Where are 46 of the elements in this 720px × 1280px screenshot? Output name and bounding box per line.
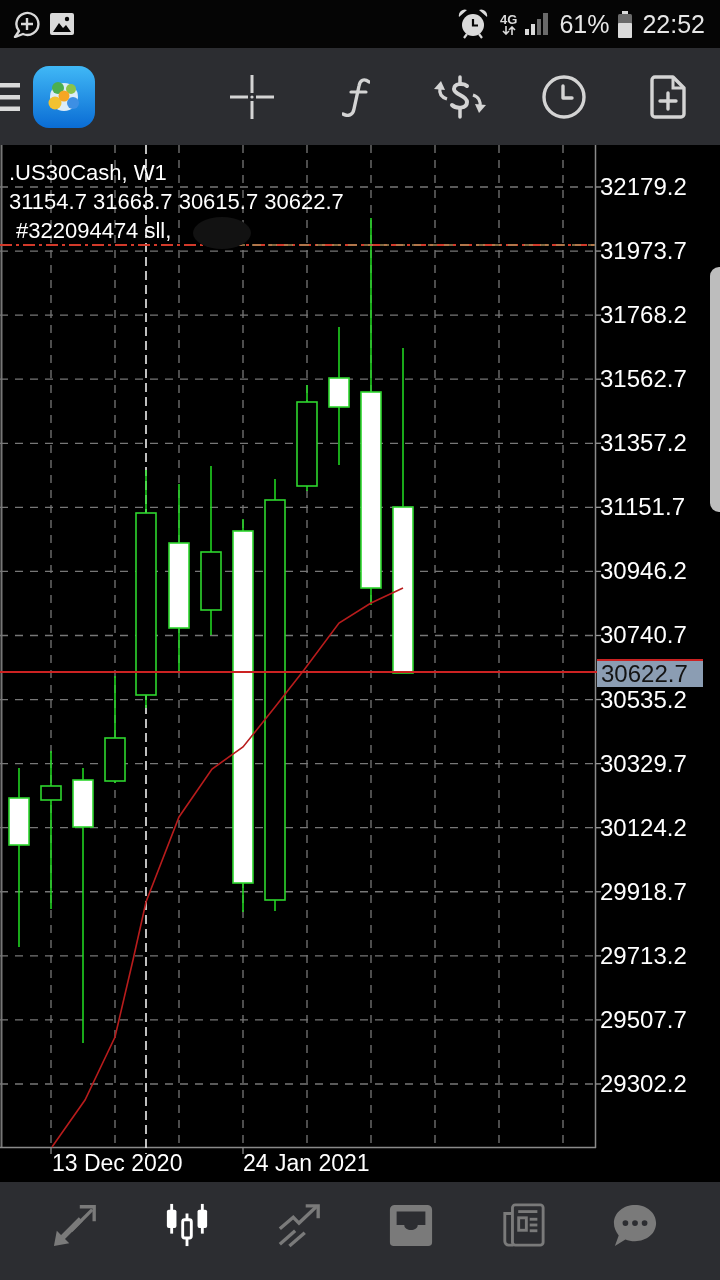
clock-icon bbox=[542, 74, 586, 119]
price-axis-label: 30535.2 bbox=[600, 686, 687, 713]
candlesticks-icon bbox=[164, 1202, 210, 1248]
trend-lines-icon bbox=[276, 1202, 322, 1248]
dollar-arrows-icon bbox=[433, 74, 487, 119]
price-axis-label: 32179.2 bbox=[600, 174, 687, 200]
menu-button[interactable] bbox=[0, 82, 20, 111]
price-axis-label: 31357.2 bbox=[600, 430, 687, 457]
newspaper-icon bbox=[500, 1202, 546, 1248]
date-axis-label: 24 Jan 2021 bbox=[243, 1149, 370, 1177]
app-logo-icon bbox=[33, 65, 95, 128]
battery-icon bbox=[617, 10, 634, 38]
redaction-mark bbox=[193, 217, 251, 249]
crosshair-icon bbox=[230, 74, 274, 119]
double-arrow-icon bbox=[52, 1202, 98, 1248]
price-axis-label: 30740.7 bbox=[600, 622, 687, 649]
date-axis-label: 13 Dec 2020 bbox=[52, 1149, 183, 1177]
image-icon bbox=[50, 13, 74, 35]
price-axis-label: 29302.2 bbox=[600, 1070, 687, 1097]
price-axis-label: 29713.2 bbox=[600, 942, 687, 969]
menu-icon bbox=[0, 82, 20, 111]
chat-bubble-icon bbox=[612, 1202, 658, 1248]
price-axis-label: 29918.7 bbox=[600, 878, 687, 905]
symbol-timeframe-label: .US30Cash, W1 bbox=[9, 159, 168, 187]
price-axis-label: 31562.7 bbox=[600, 366, 687, 393]
price-axis-label: 31973.7 bbox=[600, 238, 687, 265]
signal-icon bbox=[525, 13, 549, 35]
price-axis-label: 29507.7 bbox=[600, 1006, 687, 1033]
order-label: #322094474 sll, bbox=[15, 217, 172, 245]
inbox-tray-icon bbox=[388, 1202, 434, 1248]
network-type-label: 4G bbox=[500, 13, 518, 26]
file-plus-icon bbox=[650, 74, 686, 119]
price-axis-label: 30329.7 bbox=[600, 750, 687, 777]
data-arrows-icon bbox=[501, 26, 516, 35]
price-axis-label: 31768.2 bbox=[600, 302, 687, 329]
current-price-label: 30622.7 bbox=[597, 659, 703, 687]
message-plus-icon bbox=[12, 10, 40, 38]
clock-time-label: 22:52 bbox=[642, 9, 705, 39]
side-panel-handle[interactable] bbox=[710, 267, 720, 512]
price-axis-label: 30124.2 bbox=[600, 814, 687, 841]
price-axis-label: 31151.7 bbox=[600, 494, 685, 521]
price-axis-label: 30946.2 bbox=[600, 558, 687, 585]
alarm-clock-icon bbox=[458, 9, 489, 39]
ohlc-values-text: 31154.7 31663.7 30615.7 30622.7 bbox=[9, 188, 344, 216]
function-icon bbox=[342, 76, 370, 117]
battery-percent-label: 61% bbox=[559, 9, 610, 39]
